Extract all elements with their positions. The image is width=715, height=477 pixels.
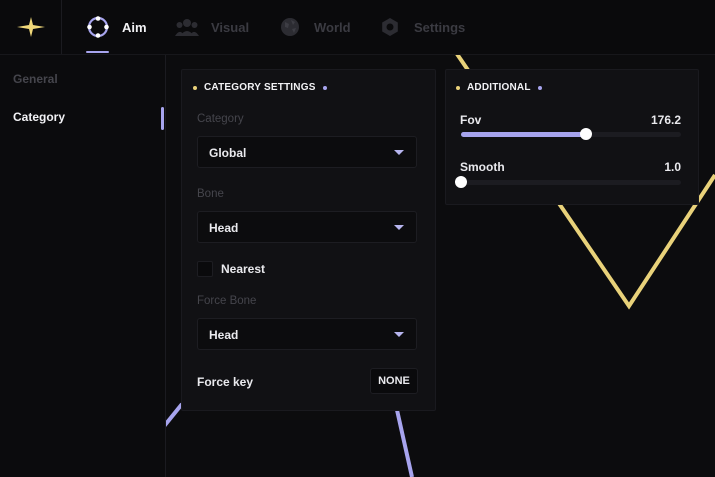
smooth-value: 1.0	[664, 160, 681, 174]
category-settings-title-text: CATEGORY SETTINGS	[204, 82, 316, 93]
tab-aim-label: Aim	[122, 19, 147, 35]
fov-label: Fov	[460, 113, 482, 127]
globe-icon	[278, 15, 302, 39]
force-bone-label: Force Bone	[197, 295, 257, 307]
crosshair-icon	[86, 15, 110, 39]
tab-aim[interactable]: Aim	[86, 0, 147, 54]
sidebar-item-category[interactable]: Category	[13, 110, 65, 124]
gear-icon	[378, 15, 402, 39]
tab-world[interactable]: World	[278, 0, 351, 54]
star-sparkle-icon	[16, 17, 45, 37]
force-bone-dropdown[interactable]: Head	[197, 318, 417, 350]
fov-slider[interactable]	[461, 128, 681, 140]
chevron-down-icon	[394, 150, 404, 155]
force-key-button[interactable]: NONE	[370, 368, 418, 394]
bone-dropdown-value: Head	[209, 221, 239, 235]
smooth-slider-thumb[interactable]	[455, 176, 467, 188]
tab-visual[interactable]: Visual	[175, 0, 249, 54]
force-key-label: Force key	[197, 375, 254, 389]
nearest-checkbox[interactable]	[197, 261, 213, 277]
bone-label: Bone	[197, 188, 224, 200]
tab-visual-label: Visual	[211, 19, 250, 35]
title-dot-purple	[537, 85, 542, 90]
nearest-label: Nearest	[221, 262, 266, 276]
category-label: Category	[197, 113, 244, 125]
chevron-down-icon	[394, 332, 404, 337]
additional-title-text: ADDITIONAL	[467, 82, 531, 93]
bone-dropdown[interactable]: Head	[197, 211, 417, 243]
force-bone-dropdown-value: Head	[209, 328, 239, 342]
fov-value: 176.2	[650, 113, 681, 127]
sidebar-item-general[interactable]: General	[13, 72, 58, 86]
sidebar-active-indicator	[161, 107, 164, 130]
fov-slider-fill	[461, 132, 587, 137]
title-dot-purple	[322, 85, 327, 90]
purple-line-right	[395, 409, 414, 477]
smooth-label: Smooth	[460, 160, 505, 174]
smooth-slider[interactable]	[455, 176, 681, 188]
users-icon	[175, 15, 199, 39]
tab-settings-label: Settings	[414, 19, 466, 35]
active-tab-indicator	[86, 51, 109, 53]
chevron-down-icon	[394, 225, 404, 230]
category-dropdown-value: Global	[209, 146, 247, 160]
tab-world-label: World	[314, 19, 351, 35]
category-settings-title: CATEGORY SETTINGS	[193, 82, 327, 93]
tab-settings[interactable]: Settings	[378, 0, 465, 54]
top-nav-bar: Aim Visual World Settings	[0, 0, 715, 55]
additional-title: ADDITIONAL	[456, 82, 542, 93]
logo	[0, 0, 62, 54]
category-dropdown[interactable]: Global	[197, 136, 417, 168]
title-dot-gold	[456, 85, 460, 90]
title-dot-gold	[193, 85, 197, 90]
